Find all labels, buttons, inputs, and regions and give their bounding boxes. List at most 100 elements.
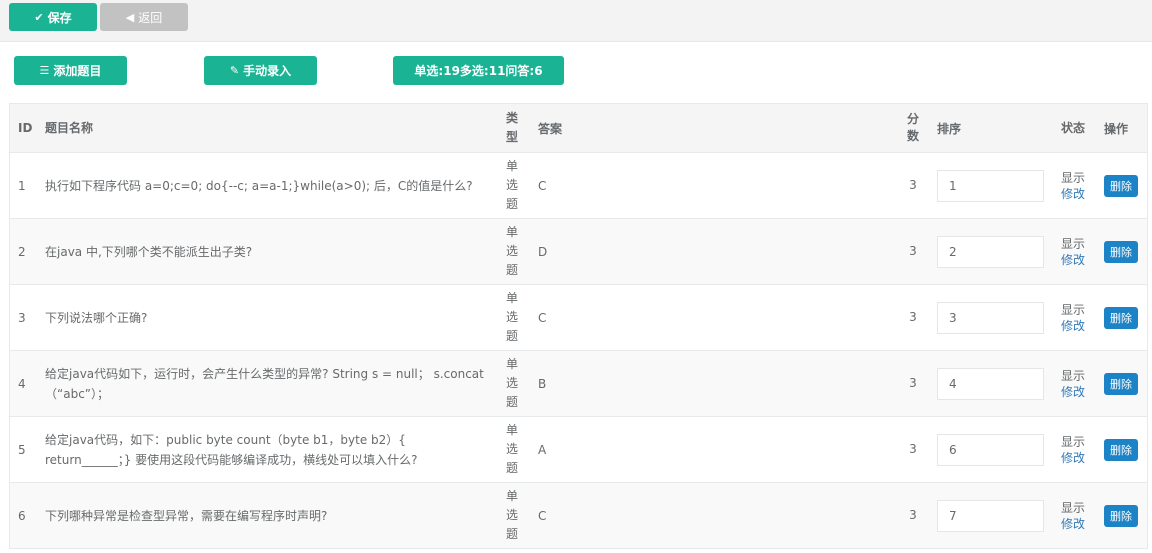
row-name: 下列哪种异常是检查型异常，需要在编写程序时声明? <box>45 508 328 523</box>
question-stats-badge[interactable]: 单选:19多选:11问答:6 <box>393 56 564 85</box>
header-status: 状态 <box>1060 121 1085 135</box>
question-table: ID 题目名称 类型 答案 分数 排序 状态 操作 1 执行如下程序代码 a=0… <box>9 103 1148 549</box>
row-type: 单选题 <box>505 423 518 475</box>
row-type: 单选题 <box>505 291 518 343</box>
row-sort: 3 <box>937 285 1047 350</box>
table-row: 5 给定java代码，如下：public byte count（byte b1，… <box>10 417 1147 483</box>
row-id: 3 <box>18 310 26 325</box>
table-row: 2 在java 中,下列哪个类不能派生出子类? 单选题 D 3 2 显示 修改 … <box>10 219 1147 285</box>
row-op: 删除 <box>1104 153 1144 218</box>
row-id: 4 <box>18 376 26 391</box>
delete-button[interactable]: 删除 <box>1104 240 1138 263</box>
table-row: 6 下列哪种异常是检查型异常，需要在编写程序时声明? 单选题 C 3 7 显示 … <box>10 483 1147 549</box>
row-id: 6 <box>18 508 26 523</box>
row-name: 在java 中,下列哪个类不能派生出子类? <box>45 244 253 259</box>
row-score: 3 <box>909 244 917 258</box>
row-op: 删除 <box>1104 351 1144 416</box>
row-id: 5 <box>18 442 26 457</box>
row-op: 删除 <box>1104 219 1144 284</box>
back-label: 返回 <box>138 10 163 25</box>
delete-button[interactable]: 删除 <box>1104 306 1138 329</box>
row-type: 单选题 <box>505 489 518 541</box>
row-op: 删除 <box>1104 417 1144 482</box>
manual-entry-label: 手动录入 <box>243 64 292 78</box>
row-name: 执行如下程序代码 a=0;c=0; do{--c; a=a-1;}while(a… <box>45 178 473 193</box>
delete-button[interactable]: 删除 <box>1104 372 1138 395</box>
table-row: 1 执行如下程序代码 a=0;c=0; do{--c; a=a-1;}while… <box>10 153 1147 219</box>
row-op: 删除 <box>1104 285 1144 350</box>
row-status: 显示 修改 <box>1058 285 1088 350</box>
header-id: ID <box>18 121 33 135</box>
row-status: 显示 修改 <box>1058 417 1088 482</box>
header-op: 操作 <box>1104 121 1129 136</box>
question-stats-label: 单选:19多选:11问答:6 <box>414 64 543 78</box>
row-score: 3 <box>909 508 917 522</box>
add-question-label: 添加题目 <box>53 64 102 78</box>
row-status: 显示 修改 <box>1058 219 1088 284</box>
row-id: 1 <box>18 178 26 193</box>
delete-button[interactable]: 删除 <box>1104 174 1138 197</box>
row-name: 给定java代码如下，运行时，会产生什么类型的异常? String s = nu… <box>45 366 484 401</box>
check-icon: ✔ <box>34 10 44 24</box>
row-answer: D <box>538 244 548 259</box>
row-score: 3 <box>909 442 917 456</box>
edit-link[interactable]: 修改 <box>1061 252 1085 268</box>
status-text: 显示 <box>1060 434 1085 449</box>
edit-link[interactable]: 修改 <box>1061 318 1085 334</box>
row-op: 删除 <box>1104 483 1144 548</box>
row-sort: 7 <box>937 483 1047 548</box>
row-answer: B <box>538 376 547 391</box>
row-score: 3 <box>909 310 917 324</box>
row-sort: 6 <box>937 417 1047 482</box>
sort-input[interactable]: 3 <box>937 301 1044 334</box>
status-text: 显示 <box>1060 500 1085 515</box>
table-row: 3 下列说法哪个正确? 单选题 C 3 3 显示 修改 删除 <box>10 285 1147 351</box>
status-text: 显示 <box>1060 368 1085 383</box>
edit-icon: ✎ <box>229 64 240 77</box>
sort-input[interactable]: 2 <box>937 235 1044 268</box>
add-question-button[interactable]: ☰ 添加题目 <box>14 56 127 85</box>
row-name: 下列说法哪个正确? <box>45 310 148 325</box>
edit-link[interactable]: 修改 <box>1061 516 1085 532</box>
table-row: 4 给定java代码如下，运行时，会产生什么类型的异常? String s = … <box>10 351 1147 417</box>
sort-input[interactable]: 6 <box>937 433 1044 466</box>
row-type: 单选题 <box>505 159 518 211</box>
header-answer: 答案 <box>538 121 563 136</box>
edit-link[interactable]: 修改 <box>1061 450 1085 466</box>
row-answer: C <box>538 310 547 325</box>
row-answer: C <box>538 508 547 523</box>
row-type: 单选题 <box>505 357 518 409</box>
row-id: 2 <box>18 244 26 259</box>
header-name: 题目名称 <box>45 121 94 135</box>
row-status: 显示 修改 <box>1058 351 1088 416</box>
row-answer: A <box>538 442 547 457</box>
edit-link[interactable]: 修改 <box>1061 186 1085 202</box>
status-text: 显示 <box>1060 236 1085 251</box>
status-text: 显示 <box>1060 170 1085 185</box>
row-score: 3 <box>909 376 917 390</box>
row-sort: 1 <box>937 153 1047 218</box>
row-answer: C <box>538 178 547 193</box>
save-button[interactable]: ✔ 保存 <box>9 3 97 31</box>
back-button[interactable]: ◀ 返回 <box>100 3 188 31</box>
header-score: 分数 <box>906 112 919 143</box>
edit-link[interactable]: 修改 <box>1061 384 1085 400</box>
sort-input[interactable]: 4 <box>937 367 1044 400</box>
sort-input[interactable]: 1 <box>937 169 1044 202</box>
list-icon: ☰ <box>39 64 50 77</box>
row-name: 给定java代码，如下：public byte count（byte b1，by… <box>45 432 418 467</box>
save-label: 保存 <box>47 10 72 25</box>
row-sort: 4 <box>937 351 1047 416</box>
header-sort: 排序 <box>937 121 962 136</box>
row-type: 单选题 <box>505 225 518 277</box>
manual-entry-button[interactable]: ✎ 手动录入 <box>204 56 317 85</box>
row-status: 显示 修改 <box>1058 483 1088 548</box>
arrow-left-circle-icon: ◀ <box>125 10 135 24</box>
delete-button[interactable]: 删除 <box>1104 504 1138 527</box>
header-type: 类型 <box>505 111 518 144</box>
sort-input[interactable]: 7 <box>937 499 1044 532</box>
row-status: 显示 修改 <box>1058 153 1088 218</box>
table-header: ID 题目名称 类型 答案 分数 排序 状态 操作 <box>10 104 1147 153</box>
delete-button[interactable]: 删除 <box>1104 438 1138 461</box>
top-toolbar: ✔ 保存 ◀ 返回 <box>0 0 1152 42</box>
